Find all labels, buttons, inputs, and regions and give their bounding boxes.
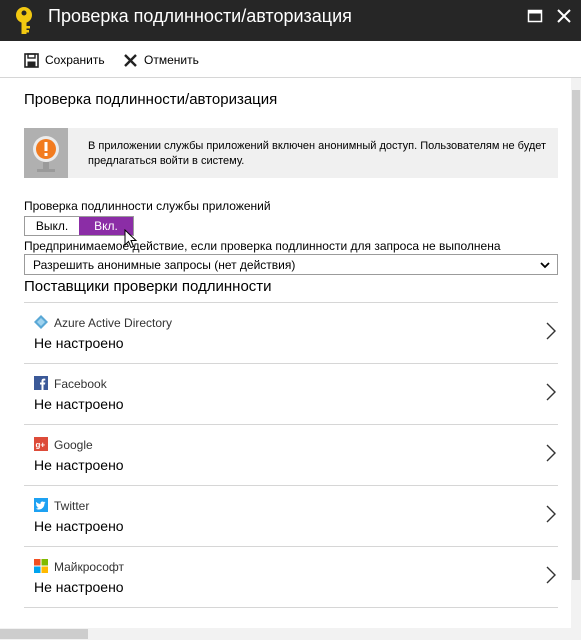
chevron-down-icon bbox=[540, 262, 550, 269]
toggle-off-option[interactable]: Выкл. bbox=[25, 217, 79, 235]
provider-status: Не настроено bbox=[34, 396, 124, 412]
vertical-scrollbar-thumb[interactable] bbox=[572, 90, 580, 580]
provider-name: Twitter bbox=[54, 499, 90, 513]
provider-name: Google bbox=[54, 438, 93, 452]
warning-icon bbox=[24, 128, 68, 178]
provider-name: Майкрософт bbox=[54, 560, 125, 574]
mouse-pointer-icon bbox=[124, 229, 138, 249]
provider-twitter[interactable]: Twitter Не настроено bbox=[24, 486, 558, 547]
info-text: В приложении службы приложений включен а… bbox=[88, 140, 547, 167]
horizontal-scrollbar[interactable] bbox=[0, 628, 581, 640]
cancel-icon bbox=[124, 53, 137, 67]
title-bar: Проверка подлинности/авторизация bbox=[0, 0, 581, 41]
provider-status: Не настроено bbox=[34, 335, 124, 351]
azure-ad-icon bbox=[34, 315, 48, 329]
microsoft-icon bbox=[34, 559, 48, 573]
facebook-icon bbox=[34, 376, 48, 390]
save-icon bbox=[24, 52, 39, 68]
chevron-right-icon bbox=[546, 444, 556, 462]
vertical-scrollbar[interactable] bbox=[571, 78, 581, 628]
section-title: Проверка подлинности/авторизация bbox=[24, 91, 278, 108]
provider-name: Azure Active Directory bbox=[54, 316, 173, 330]
cancel-label: Отменить bbox=[144, 53, 199, 67]
providers-title: Поставщики проверки подлинности bbox=[24, 278, 272, 295]
twitter-icon bbox=[34, 498, 48, 512]
chevron-right-icon bbox=[546, 566, 556, 584]
save-button[interactable]: Сохранить bbox=[24, 50, 105, 70]
provider-status: Не настроено bbox=[34, 518, 124, 534]
toolbar: Сохранить Отменить bbox=[0, 41, 581, 78]
providers-list: Azure Active Directory Не настроено Face… bbox=[24, 302, 558, 608]
provider-google[interactable]: g+ Google Не настроено bbox=[24, 425, 558, 486]
provider-azure-ad[interactable]: Azure Active Directory Не настроено bbox=[24, 303, 558, 364]
window-title: Проверка подлинности/авторизация bbox=[48, 6, 352, 26]
provider-name: Facebook bbox=[54, 377, 107, 391]
maximize-icon[interactable] bbox=[527, 8, 543, 24]
google-plus-icon: g+ bbox=[34, 437, 48, 451]
blade-content: Проверка подлинности/авторизация В прило… bbox=[0, 78, 571, 628]
close-icon[interactable] bbox=[556, 8, 572, 24]
provider-facebook[interactable]: Facebook Не настроено bbox=[24, 364, 558, 425]
chevron-right-icon bbox=[546, 505, 556, 523]
save-label: Сохранить bbox=[45, 53, 105, 67]
cancel-button[interactable]: Отменить bbox=[123, 50, 199, 70]
chevron-right-icon bbox=[546, 322, 556, 340]
chevron-right-icon bbox=[546, 383, 556, 401]
svg-text:g+: g+ bbox=[36, 441, 46, 450]
action-selected-value: Разрешить анонимные запросы (нет действи… bbox=[33, 257, 296, 272]
key-icon bbox=[16, 7, 32, 34]
provider-status: Не настроено bbox=[34, 579, 124, 595]
auth-toggle-label: Проверка подлинности службы приложений bbox=[24, 199, 271, 213]
info-banner: В приложении службы приложений включен а… bbox=[24, 128, 558, 178]
auth-toggle[interactable]: Выкл. Вкл. bbox=[24, 216, 134, 236]
provider-status: Не настроено bbox=[34, 457, 124, 473]
horizontal-scrollbar-thumb[interactable] bbox=[0, 629, 88, 639]
action-dropdown[interactable]: Разрешить анонимные запросы (нет действи… bbox=[24, 254, 558, 275]
provider-microsoft[interactable]: Майкрософт Не настроено bbox=[24, 547, 558, 608]
action-label: Предпринимаемое действие, если проверка … bbox=[24, 239, 501, 253]
